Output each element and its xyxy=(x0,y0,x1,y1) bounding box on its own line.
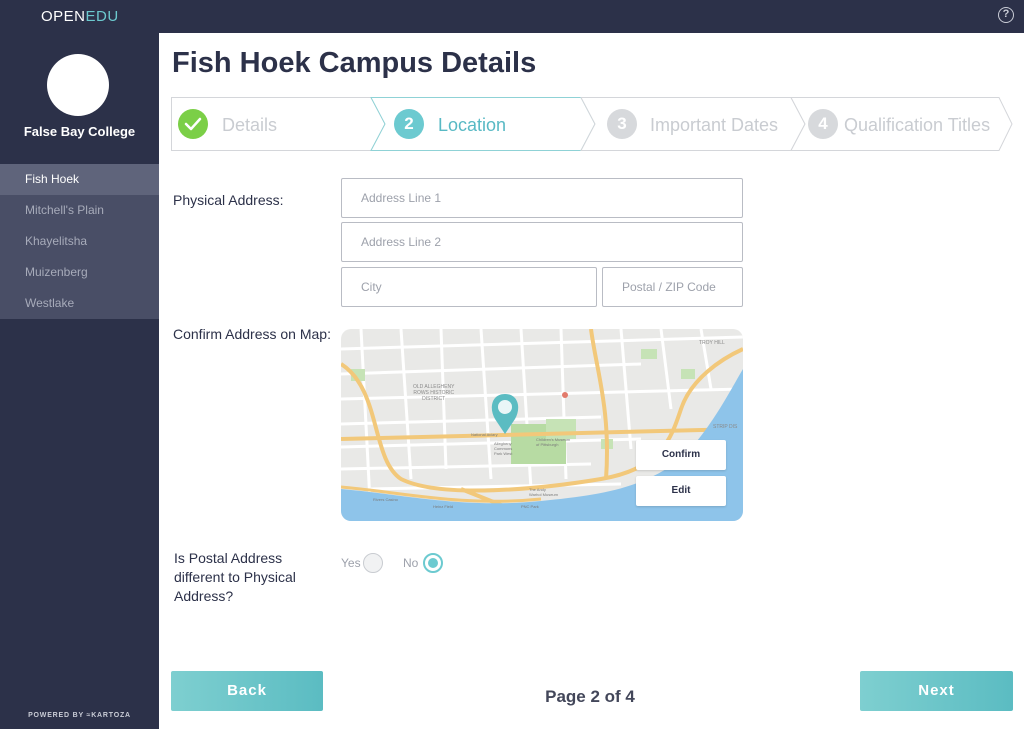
powered-brand: KARTOZA xyxy=(91,712,131,719)
no-label: No xyxy=(403,556,419,570)
map-edit-button[interactable]: Edit xyxy=(636,476,726,506)
campus-list: Fish Hoek Mitchell's Plain Khayelitsha M… xyxy=(0,164,159,319)
help-icon[interactable]: ? xyxy=(998,7,1014,23)
step-4-number: 4 xyxy=(808,109,838,139)
map-label-allegheny: Allegheny Commons Park West xyxy=(494,441,513,456)
yes-label: Yes xyxy=(341,556,361,570)
map-label-district: OLD ALLEGHENY ROWS HISTORIC DISTRICT xyxy=(413,384,455,402)
city-input[interactable] xyxy=(341,267,597,307)
sidebar-item-westlake[interactable]: Westlake xyxy=(0,288,159,319)
page-title: Fish Hoek Campus Details xyxy=(172,47,537,79)
map-label-aviary: National Aviary xyxy=(471,432,498,437)
step-1-check-icon xyxy=(178,109,208,139)
step-4-label[interactable]: Qualification Titles xyxy=(844,115,990,136)
top-bar: OPENEDU ? xyxy=(0,0,1024,33)
map-label-heinz: Heinz Field xyxy=(433,504,454,509)
sidebar: False Bay College Fish Hoek Mitchell's P… xyxy=(0,33,159,729)
app-logo[interactable]: OPENEDU xyxy=(41,8,119,25)
step-2-label[interactable]: Location xyxy=(438,115,506,136)
sidebar-item-muizenberg[interactable]: Muizenberg xyxy=(0,257,159,288)
step-1-label[interactable]: Details xyxy=(222,115,277,136)
physical-address-label: Physical Address: xyxy=(173,192,284,208)
step-2-number: 2 xyxy=(394,109,424,139)
brand-edu: EDU xyxy=(85,8,119,25)
map-label: Confirm Address on Map: xyxy=(173,326,331,342)
postal-question: Is Postal Address different to Physical … xyxy=(174,550,296,604)
sidebar-item-fish-hoek[interactable]: Fish Hoek xyxy=(0,164,159,195)
sidebar-item-mitchells-plain[interactable]: Mitchell's Plain xyxy=(0,195,159,226)
step-3-label[interactable]: Important Dates xyxy=(650,115,778,136)
progress-stepper: Details 2 Location 3 Important Dates 4 Q… xyxy=(171,97,1013,151)
sidebar-item-khayelitsha[interactable]: Khayelitsha xyxy=(0,226,159,257)
map-label-andy: The Andy Warhol Museum xyxy=(529,487,558,497)
back-button[interactable]: Back xyxy=(171,671,323,711)
college-avatar xyxy=(47,54,109,116)
next-button[interactable]: Next xyxy=(860,671,1013,711)
map-label-strip: STRIP DIS xyxy=(713,424,738,430)
address-line1-input[interactable] xyxy=(341,178,743,218)
map-confirm-button[interactable]: Confirm xyxy=(636,440,726,470)
page-indicator: Page 2 of 4 xyxy=(545,687,635,706)
map-view[interactable]: OLD ALLEGHENY ROWS HISTORIC DISTRICT TRO… xyxy=(341,329,743,521)
map-label-pnc: PNC Park xyxy=(521,504,539,509)
step-3-number: 3 xyxy=(607,109,637,139)
no-radio[interactable] xyxy=(423,553,443,573)
college-name: False Bay College xyxy=(23,124,136,139)
powered-by: POWERED BY ≈KARTOZA xyxy=(0,712,159,719)
address-line2-input[interactable] xyxy=(341,222,743,262)
yes-radio[interactable] xyxy=(363,553,383,573)
map-label-childrens: Children's Museum of Pittsburgh xyxy=(536,437,571,447)
powered-by-label: POWERED BY xyxy=(28,712,84,719)
brand-open: OPEN xyxy=(41,8,86,25)
postal-code-input[interactable] xyxy=(602,267,743,307)
map-label-casino: Rivers Casino xyxy=(373,497,398,502)
map-label-troy-hill: TROY HILL xyxy=(699,340,725,346)
